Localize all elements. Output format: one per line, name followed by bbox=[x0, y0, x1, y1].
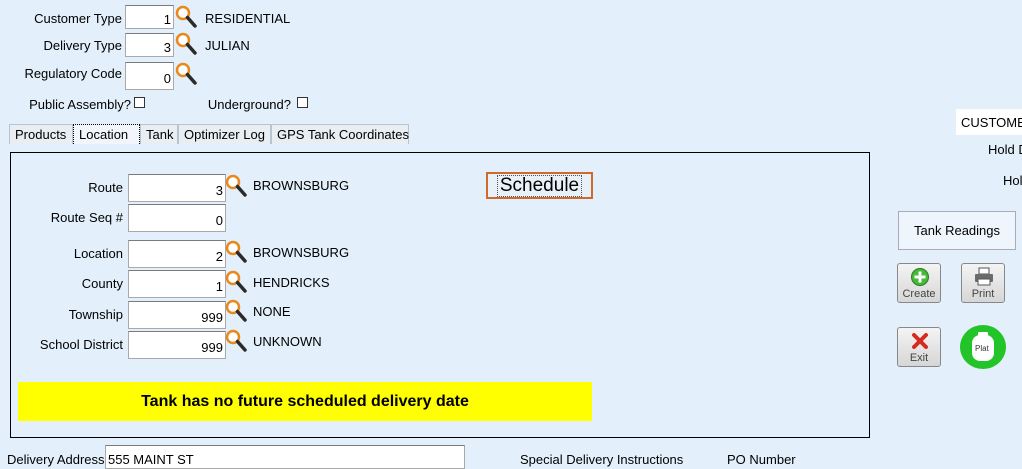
delivery-type-desc: JULIAN bbox=[205, 38, 250, 53]
underground-checkbox[interactable] bbox=[297, 97, 308, 108]
public-assembly-checkbox[interactable] bbox=[134, 97, 145, 108]
print-button[interactable]: Print bbox=[961, 263, 1005, 303]
route-seq-input[interactable] bbox=[128, 204, 226, 232]
exit-label: Exit bbox=[909, 352, 929, 364]
school-district-desc: UNKNOWN bbox=[253, 334, 322, 349]
location-desc: BROWNSBURG bbox=[253, 245, 350, 260]
public-assembly-label: Public Assembly? bbox=[29, 97, 131, 112]
plat-label: Plat bbox=[975, 344, 989, 353]
regulatory-code-input[interactable] bbox=[125, 62, 174, 90]
route-lookup-icon[interactable] bbox=[224, 173, 248, 199]
schedule-button[interactable]: Schedule bbox=[486, 172, 593, 199]
delivery-type-lookup-icon[interactable] bbox=[174, 31, 198, 57]
regulatory-code-lookup-icon[interactable] bbox=[174, 61, 198, 87]
customer-type-input[interactable] bbox=[125, 5, 174, 29]
route-seq-label: Route Seq # bbox=[50, 210, 123, 225]
county-lookup-icon[interactable] bbox=[224, 269, 248, 295]
county-input[interactable] bbox=[128, 270, 226, 298]
delivery-type-label: Delivery Type bbox=[43, 38, 122, 53]
route-label: Route bbox=[88, 180, 123, 195]
township-desc: NONE bbox=[253, 304, 291, 319]
create-label: Create bbox=[902, 288, 936, 300]
customer-type-label: Customer Type bbox=[34, 11, 122, 26]
delivery-address-label: Delivery Address bbox=[7, 452, 105, 467]
underground-label: Underground? bbox=[207, 97, 291, 112]
location-label: Location bbox=[73, 246, 123, 261]
township-label: Township bbox=[68, 307, 123, 322]
regulatory-code-label: Regulatory Code bbox=[24, 66, 122, 81]
exit-button[interactable]: Exit bbox=[897, 327, 941, 367]
print-label: Print bbox=[971, 288, 995, 300]
route-desc: BROWNSBURG bbox=[253, 178, 350, 193]
customer-type-lookup-icon[interactable] bbox=[174, 4, 198, 30]
county-desc: HENDRICKS bbox=[253, 275, 330, 290]
plat-button[interactable]: Plat bbox=[960, 325, 1006, 369]
printer-icon bbox=[975, 267, 993, 286]
hold-label: Hol bbox=[1003, 173, 1022, 188]
plus-icon bbox=[911, 268, 929, 286]
tank-readings-button[interactable]: Tank Readings bbox=[898, 211, 1016, 250]
tab-location[interactable]: Location bbox=[73, 124, 140, 144]
delivery-address-input[interactable] bbox=[105, 445, 465, 469]
no-schedule-warning: Tank has no future scheduled delivery da… bbox=[18, 382, 592, 421]
create-button[interactable]: Create bbox=[897, 263, 941, 303]
close-icon bbox=[912, 333, 928, 349]
school-district-lookup-icon[interactable] bbox=[224, 328, 248, 354]
customer-label-box: CUSTOME bbox=[956, 109, 1022, 135]
county-label: County bbox=[81, 276, 123, 291]
po-number-label: PO Number bbox=[727, 452, 796, 467]
location-input[interactable] bbox=[128, 240, 226, 268]
customer-label: CUSTOME bbox=[961, 115, 1022, 130]
delivery-type-input[interactable] bbox=[125, 33, 174, 57]
special-delivery-instructions-label: Special Delivery Instructions bbox=[520, 452, 684, 467]
hold-d-label: Hold D bbox=[988, 142, 1022, 157]
customer-type-desc: RESIDENTIAL bbox=[205, 11, 291, 26]
route-input[interactable] bbox=[128, 174, 226, 202]
tab-products[interactable]: Products bbox=[9, 124, 73, 144]
location-lookup-icon[interactable] bbox=[224, 239, 248, 265]
tab-optimizer-log[interactable]: Optimizer Log bbox=[178, 124, 271, 144]
tab-gps-tank-coordinates[interactable]: GPS Tank Coordinates bbox=[271, 124, 409, 144]
township-lookup-icon[interactable] bbox=[224, 298, 248, 324]
school-district-input[interactable] bbox=[128, 331, 226, 359]
school-district-label: School District bbox=[39, 337, 123, 352]
township-input[interactable] bbox=[128, 301, 226, 329]
tab-tank[interactable]: Tank bbox=[140, 124, 178, 144]
schedule-button-label: Schedule bbox=[496, 175, 583, 197]
